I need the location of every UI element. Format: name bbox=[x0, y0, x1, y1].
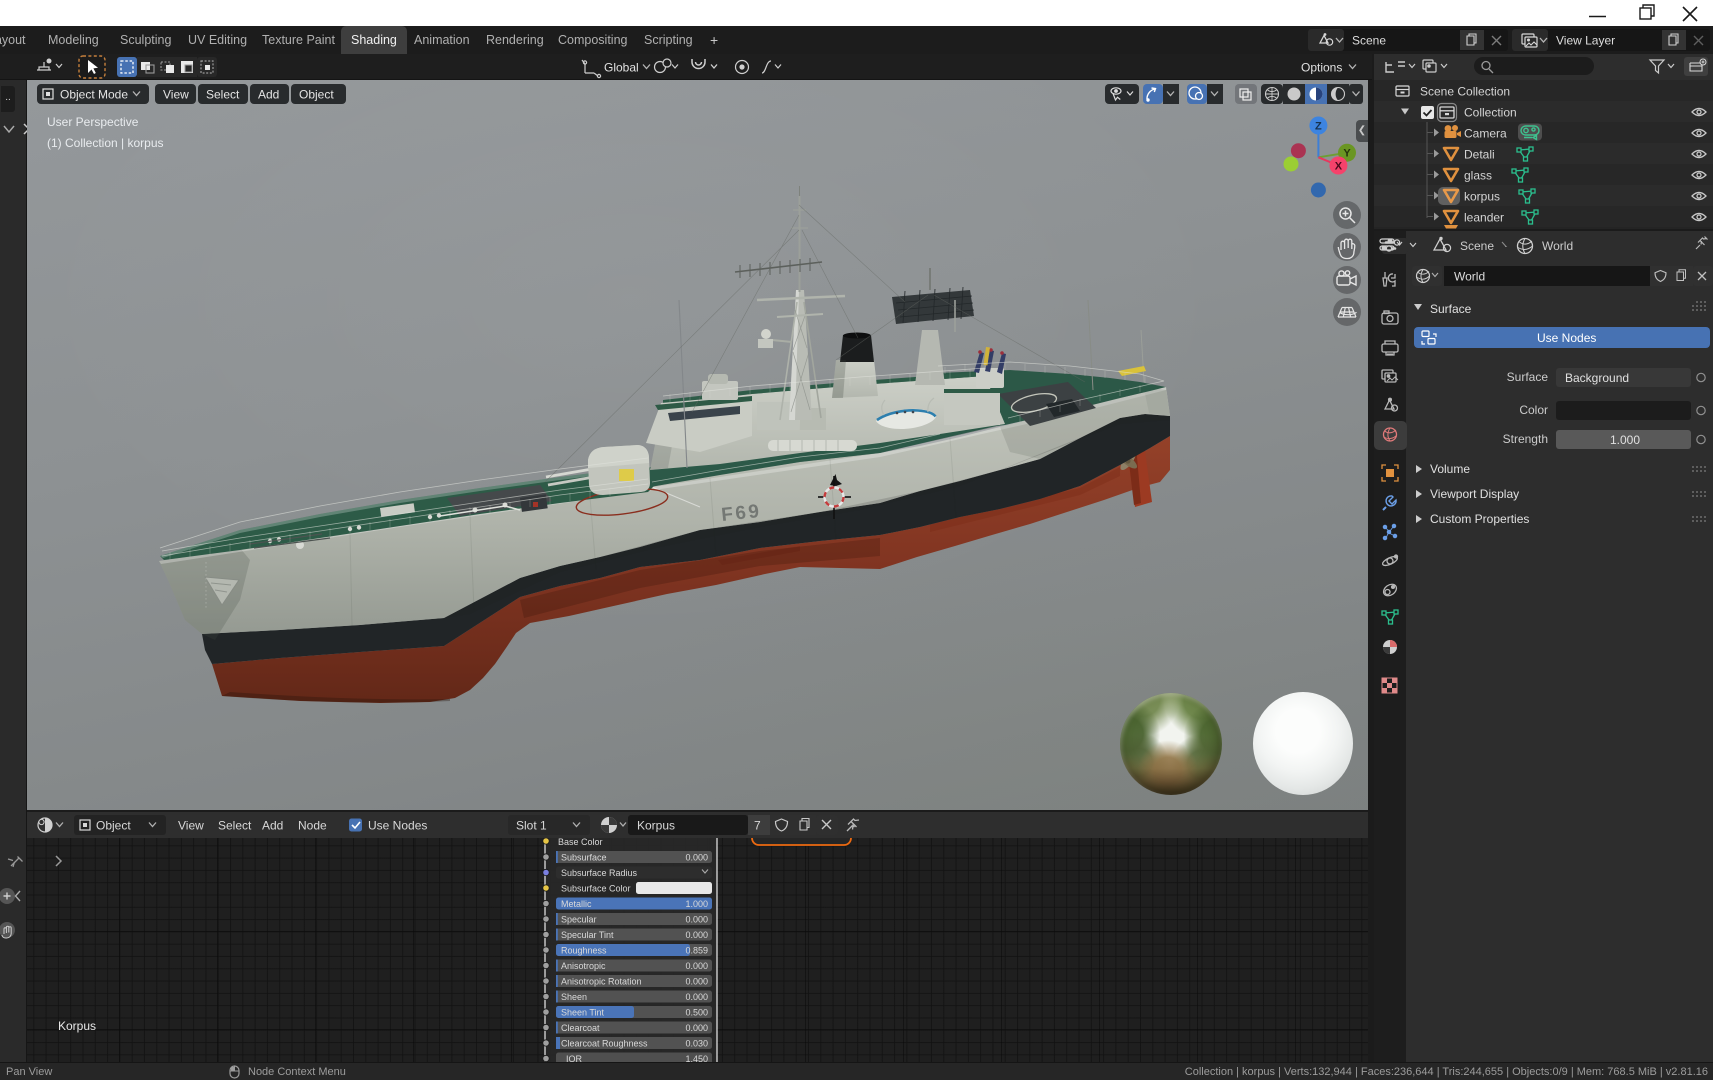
svg-text:0.000: 0.000 bbox=[685, 1023, 708, 1033]
svg-text:Scene: Scene bbox=[1352, 34, 1386, 48]
svg-text:korpus: korpus bbox=[1464, 190, 1500, 204]
svg-text:Subsurface Color: Subsurface Color bbox=[561, 884, 631, 894]
svg-text:Color: Color bbox=[1519, 403, 1548, 417]
svg-text:View: View bbox=[178, 819, 204, 833]
svg-text:1.000: 1.000 bbox=[1610, 433, 1640, 447]
svg-text:Subsurface Radius: Subsurface Radius bbox=[561, 868, 638, 878]
svg-text:Viewport Display: Viewport Display bbox=[1430, 487, 1519, 501]
svg-text:World: World bbox=[1542, 239, 1573, 253]
svg-text:Node: Node bbox=[298, 819, 327, 833]
svg-text:Scene Collection: Scene Collection bbox=[1420, 85, 1510, 99]
svg-text:Subsurface: Subsurface bbox=[561, 853, 607, 863]
svg-text:0.000: 0.000 bbox=[685, 853, 708, 863]
svg-text:Base Color: Base Color bbox=[558, 838, 603, 847]
svg-text:Specular Tint: Specular Tint bbox=[561, 930, 614, 940]
svg-text:IOR: IOR bbox=[566, 1054, 583, 1062]
svg-text:Sheen Tint: Sheen Tint bbox=[561, 1008, 605, 1018]
svg-text:Surface: Surface bbox=[1507, 370, 1549, 384]
svg-text:Global: Global bbox=[604, 61, 639, 75]
svg-text:Clearcoat: Clearcoat bbox=[561, 1023, 600, 1033]
svg-text:View Layer: View Layer bbox=[1556, 34, 1615, 48]
svg-text:Detali: Detali bbox=[1464, 148, 1495, 162]
svg-text:Specular: Specular bbox=[561, 915, 597, 925]
svg-text:7: 7 bbox=[754, 819, 761, 833]
svg-text:Collection: Collection bbox=[1464, 106, 1517, 120]
svg-text:Strength: Strength bbox=[1503, 432, 1548, 446]
svg-text:Custom Properties: Custom Properties bbox=[1430, 512, 1529, 526]
svg-text:0.000: 0.000 bbox=[685, 977, 708, 987]
svg-text:1.450: 1.450 bbox=[685, 1054, 708, 1062]
svg-text:Korpus: Korpus bbox=[637, 819, 675, 833]
svg-text:Surface: Surface bbox=[1430, 302, 1472, 316]
svg-text:World: World bbox=[1454, 270, 1485, 284]
svg-text:glass: glass bbox=[1464, 169, 1492, 183]
svg-text:Scene: Scene bbox=[1460, 239, 1494, 253]
svg-text:Camera: Camera bbox=[1464, 127, 1507, 141]
svg-text:Volume: Volume bbox=[1430, 462, 1470, 476]
svg-text:Anisotropic: Anisotropic bbox=[561, 961, 606, 971]
svg-text:Options: Options bbox=[1301, 61, 1342, 75]
svg-text:Object: Object bbox=[96, 819, 131, 833]
svg-text:Select: Select bbox=[218, 819, 252, 833]
svg-text:Clearcoat Roughness: Clearcoat Roughness bbox=[561, 1039, 648, 1049]
svg-text:Sheen: Sheen bbox=[561, 992, 587, 1002]
svg-text:Use Nodes: Use Nodes bbox=[1537, 331, 1596, 345]
svg-text:Background: Background bbox=[1565, 371, 1629, 385]
svg-text:Use Nodes: Use Nodes bbox=[368, 819, 427, 833]
svg-text:1.000: 1.000 bbox=[685, 899, 708, 909]
svg-text:F69: F69 bbox=[720, 501, 762, 526]
svg-text:0.859: 0.859 bbox=[685, 946, 708, 956]
svg-text:Slot 1: Slot 1 bbox=[516, 819, 547, 833]
svg-text:0.000: 0.000 bbox=[685, 930, 708, 940]
svg-text:Add: Add bbox=[262, 819, 283, 833]
svg-text:0.030: 0.030 bbox=[685, 1039, 708, 1049]
svg-text:Anisotropic Rotation: Anisotropic Rotation bbox=[561, 977, 642, 987]
svg-text:0.000: 0.000 bbox=[685, 915, 708, 925]
svg-text:leander: leander bbox=[1464, 211, 1504, 225]
svg-text:Metallic: Metallic bbox=[561, 899, 592, 909]
svg-text:0.500: 0.500 bbox=[685, 1008, 708, 1018]
svg-text:0.000: 0.000 bbox=[685, 992, 708, 1002]
svg-text:Roughness: Roughness bbox=[561, 946, 607, 956]
svg-text:0.000: 0.000 bbox=[685, 961, 708, 971]
svg-text:Korpus: Korpus bbox=[58, 1019, 96, 1033]
